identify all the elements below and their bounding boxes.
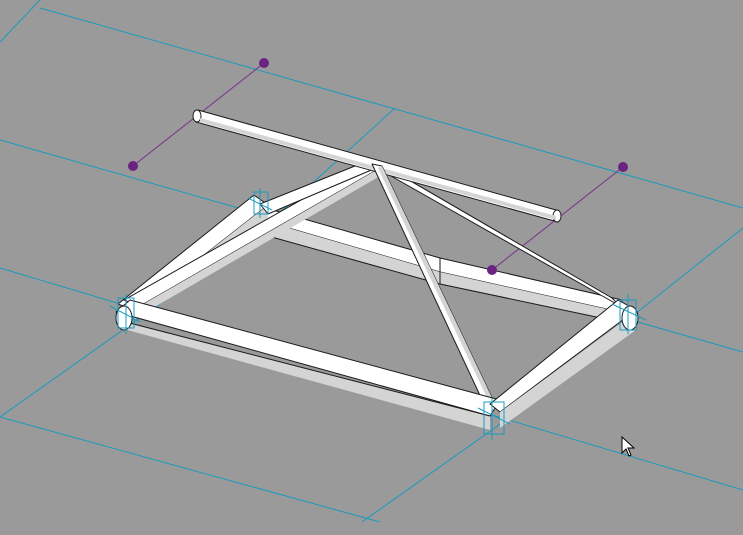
arrow-pointer-icon	[621, 436, 635, 457]
drag-handle[interactable]	[487, 265, 497, 275]
drag-handle[interactable]	[128, 161, 138, 171]
drag-handle[interactable]	[259, 58, 269, 68]
3d-model-viewport[interactable]	[0, 0, 743, 535]
drag-handle[interactable]	[618, 162, 628, 172]
